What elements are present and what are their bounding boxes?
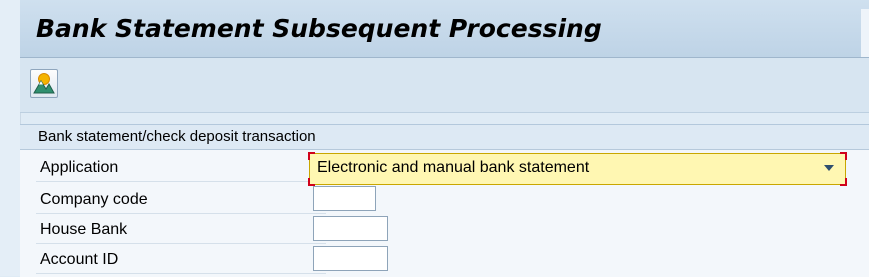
company-code-row: Company code: [20, 184, 869, 214]
page-title: Bank Statement Subsequent Processing: [36, 14, 602, 43]
required-marker: [308, 152, 315, 160]
application-dropdown[interactable]: Electronic and manual bank statement: [308, 152, 847, 186]
company-code-label: Company code: [40, 191, 148, 208]
execute-icon: [33, 73, 55, 94]
application-label: Application: [40, 159, 119, 176]
title-bar-corner: [861, 9, 869, 57]
account-id-field[interactable]: [313, 246, 388, 271]
house-bank-row: House Bank: [20, 214, 869, 244]
company-code-field[interactable]: [313, 186, 376, 211]
house-bank-label: House Bank: [40, 221, 128, 238]
panel-title: Bank statement/check deposit transaction: [38, 128, 316, 145]
application-toolbar: [20, 58, 869, 113]
left-edge-strip: [0, 0, 21, 276]
selection-panel: Bank statement/check deposit transaction…: [20, 124, 869, 277]
required-marker: [840, 152, 847, 160]
execute-button[interactable]: [30, 69, 58, 98]
house-bank-field[interactable]: [313, 216, 388, 241]
dropdown-arrow-icon[interactable]: [824, 165, 834, 171]
panel-header: Bank statement/check deposit transaction: [20, 125, 869, 150]
title-bar: Bank Statement Subsequent Processing: [20, 0, 869, 58]
row-separator: [36, 273, 326, 274]
account-id-label: Account ID: [40, 251, 119, 268]
row-separator: [36, 181, 326, 182]
application-dropdown-value: Electronic and manual bank statement: [317, 159, 590, 176]
account-id-row: Account ID: [20, 244, 869, 274]
